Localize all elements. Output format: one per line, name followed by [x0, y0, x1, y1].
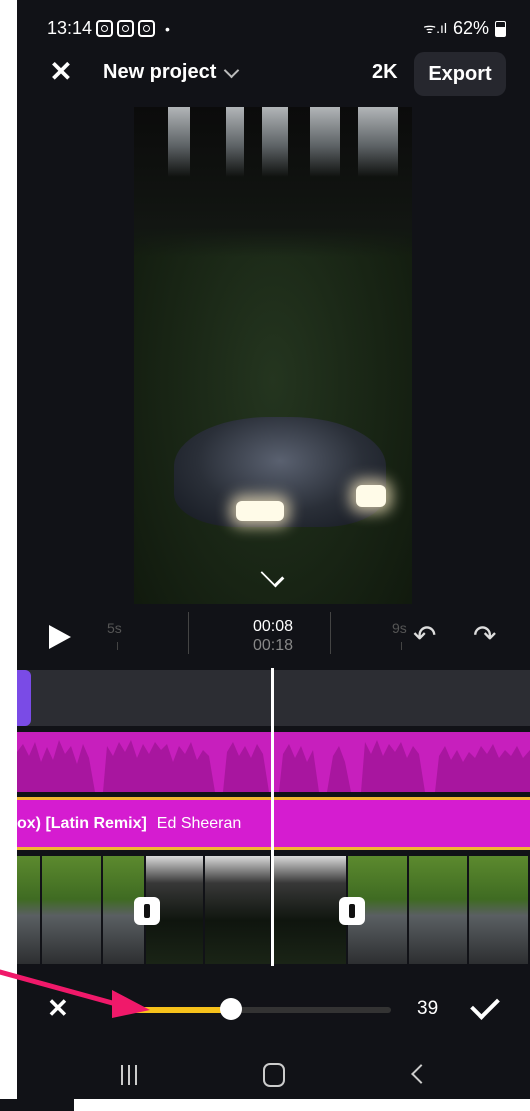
video-preview[interactable] — [134, 107, 412, 604]
instagram-icon — [117, 20, 135, 37]
video-frame — [17, 856, 41, 964]
app-screen: 13:14 • ᯤ.ıl 62% ✕ New project 2K Export — [17, 0, 530, 1099]
video-frame — [469, 856, 529, 964]
sky-gap — [168, 107, 190, 177]
project-title-dropdown[interactable]: New project — [103, 61, 240, 84]
system-nav-bar — [17, 1055, 530, 1099]
mower-headlight — [356, 485, 386, 507]
tick-label: 5s — [107, 620, 122, 636]
screenshot-edge — [0, 1099, 530, 1111]
redo-icon[interactable]: ↷ — [473, 622, 496, 650]
editor-header: ✕ New project 2K Export — [17, 52, 530, 96]
song-label: ox) [Latin Remix] Ed Sheeran — [17, 815, 241, 833]
status-bar: 13:14 • ᯤ.ıl 62% — [47, 18, 506, 44]
home-icon[interactable] — [263, 1063, 285, 1087]
preview-robot-mower — [174, 407, 386, 537]
tick-mark — [330, 612, 331, 654]
chevron-down-icon — [224, 62, 240, 78]
total-time: 00:18 — [252, 637, 294, 654]
video-frame — [271, 856, 346, 964]
tick-mark — [188, 612, 189, 654]
timeline-playhead[interactable] — [271, 668, 274, 966]
edge-dark — [0, 1099, 74, 1111]
status-right-group: ᯤ.ıl 62% — [423, 18, 506, 39]
adjust-panel: ✕ 39 — [17, 985, 530, 1033]
song-artist: Ed Sheeran — [156, 815, 242, 832]
sky-gap — [226, 107, 244, 177]
export-button[interactable]: Export — [414, 52, 506, 96]
mower-headlight — [236, 501, 284, 521]
resolution-button[interactable]: 2K — [372, 61, 398, 84]
collapse-chevron-icon[interactable] — [260, 563, 285, 588]
slider-value: 39 — [417, 998, 439, 1019]
sky-gap — [310, 107, 340, 177]
tick-mark — [401, 642, 402, 650]
value-slider-fill — [129, 1007, 231, 1013]
sky-gap — [358, 107, 398, 177]
recents-icon[interactable] — [121, 1065, 137, 1085]
cancel-icon[interactable]: ✕ — [47, 995, 69, 1021]
video-frame — [42, 856, 102, 964]
transition-button[interactable] — [339, 897, 365, 925]
back-icon[interactable] — [411, 1064, 431, 1084]
current-time: 00:08 — [252, 618, 294, 635]
song-title: ox) [Latin Remix] — [17, 815, 147, 832]
transition-button[interactable] — [134, 897, 160, 925]
overlay-clip-handle[interactable] — [17, 670, 31, 726]
value-slider-knob[interactable] — [220, 998, 242, 1020]
close-icon[interactable]: ✕ — [47, 58, 75, 86]
sky-gap — [262, 107, 288, 177]
confirm-check-icon[interactable] — [470, 990, 500, 1020]
play-icon[interactable] — [49, 625, 71, 649]
playback-controls: 5s 00:08 00:18 9s ↶ ↷ — [17, 610, 530, 658]
battery-percent: 62% — [452, 18, 489, 38]
time-display: 00:08 00:18 — [232, 617, 314, 655]
video-frame — [408, 856, 468, 964]
instagram-icon — [138, 20, 156, 37]
battery-icon — [495, 20, 506, 37]
tick-label: 9s — [392, 620, 407, 636]
status-time-group: 13:14 • — [47, 18, 170, 39]
tick-mark — [117, 642, 118, 650]
notification-dot-icon: • — [165, 20, 170, 37]
video-frame — [205, 856, 270, 964]
undo-icon[interactable]: ↶ — [413, 622, 436, 650]
status-time: 13:14 — [47, 18, 93, 38]
instagram-icon — [96, 20, 114, 37]
project-title: New project — [103, 61, 217, 83]
wifi-signal-icon: ᯤ.ıl — [423, 20, 447, 36]
